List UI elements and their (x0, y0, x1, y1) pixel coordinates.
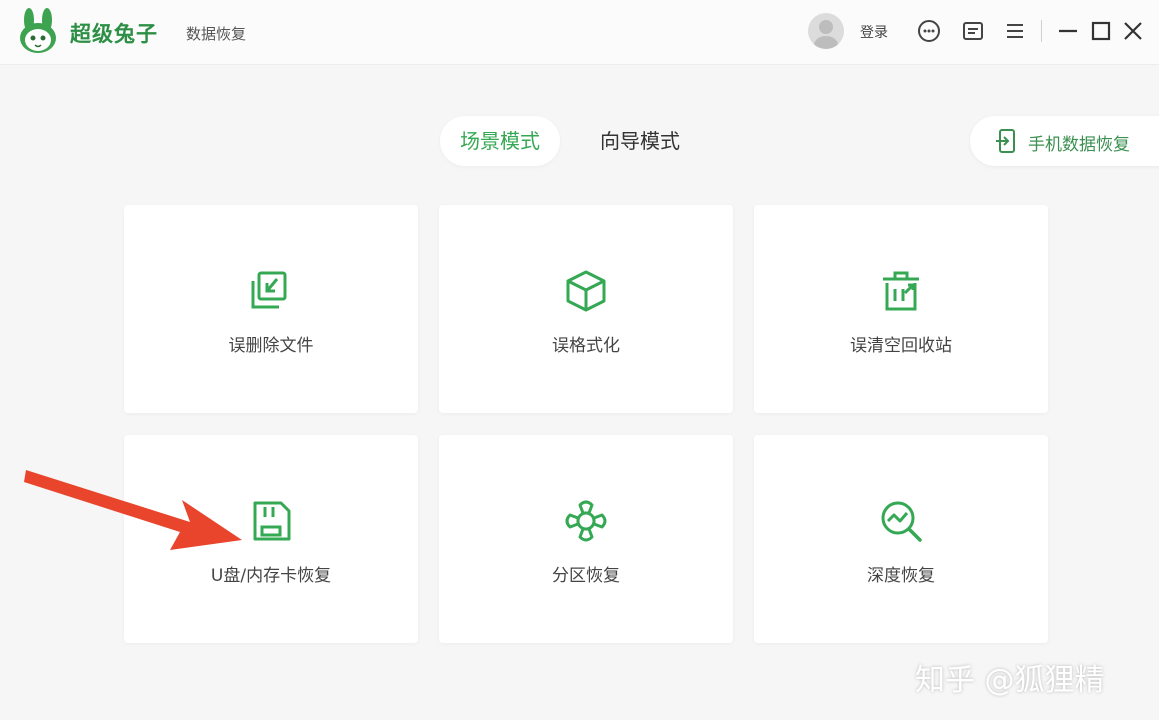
title-bar: 超级兔子 数据恢复 登录 (0, 0, 1159, 65)
avatar[interactable] (808, 13, 844, 49)
card-label: 误清空回收站 (850, 336, 952, 356)
folder-restore-icon (251, 271, 287, 309)
card-deleted-files[interactable]: 误删除文件 (124, 205, 418, 413)
deep-scan-icon (881, 501, 922, 542)
support-chat-icon[interactable] (916, 18, 942, 44)
watermark: 知乎 @狐狸精 (915, 663, 1105, 698)
toolbar-divider (1041, 20, 1042, 42)
maximize-icon[interactable] (1088, 18, 1114, 44)
card-partition-recovery[interactable]: 分区恢复 (439, 435, 733, 643)
card-deep-recovery[interactable]: 深度恢复 (754, 435, 1048, 643)
rabbit-logo-icon (20, 8, 56, 53)
user-icon (814, 20, 838, 49)
login-link[interactable]: 登录 (860, 22, 888, 42)
phone-recovery-button[interactable]: 手机数据恢复 (970, 116, 1159, 166)
card-label: 误格式化 (552, 336, 620, 356)
product-name: 数据恢复 (186, 25, 247, 43)
sd-card-icon (253, 501, 291, 541)
card-label: 分区恢复 (552, 566, 620, 586)
tab-scene-mode[interactable]: 场景模式 (440, 116, 560, 166)
brand-name: 超级兔子 (70, 22, 158, 46)
tab-wizard-mode[interactable]: 向导模式 (580, 116, 700, 166)
minimize-icon[interactable] (1055, 18, 1081, 44)
card-label: U盘/内存卡恢复 (210, 566, 332, 586)
card-label: 深度恢复 (867, 566, 935, 586)
card-label: 误删除文件 (228, 336, 314, 356)
annotation-arrow-icon (24, 470, 242, 550)
phone-transfer-icon (996, 129, 1015, 153)
feedback-icon[interactable] (960, 18, 986, 44)
card-recycle-bin[interactable]: 误清空回收站 (754, 205, 1048, 413)
close-icon[interactable] (1120, 18, 1146, 44)
card-format-recovery[interactable]: 误格式化 (439, 205, 733, 413)
phone-recovery-label: 手机数据恢复 (1028, 135, 1130, 155)
menu-icon[interactable] (1002, 18, 1028, 44)
partition-icon (565, 500, 607, 542)
trash-restore-icon (883, 271, 919, 311)
cube-icon (566, 270, 606, 312)
